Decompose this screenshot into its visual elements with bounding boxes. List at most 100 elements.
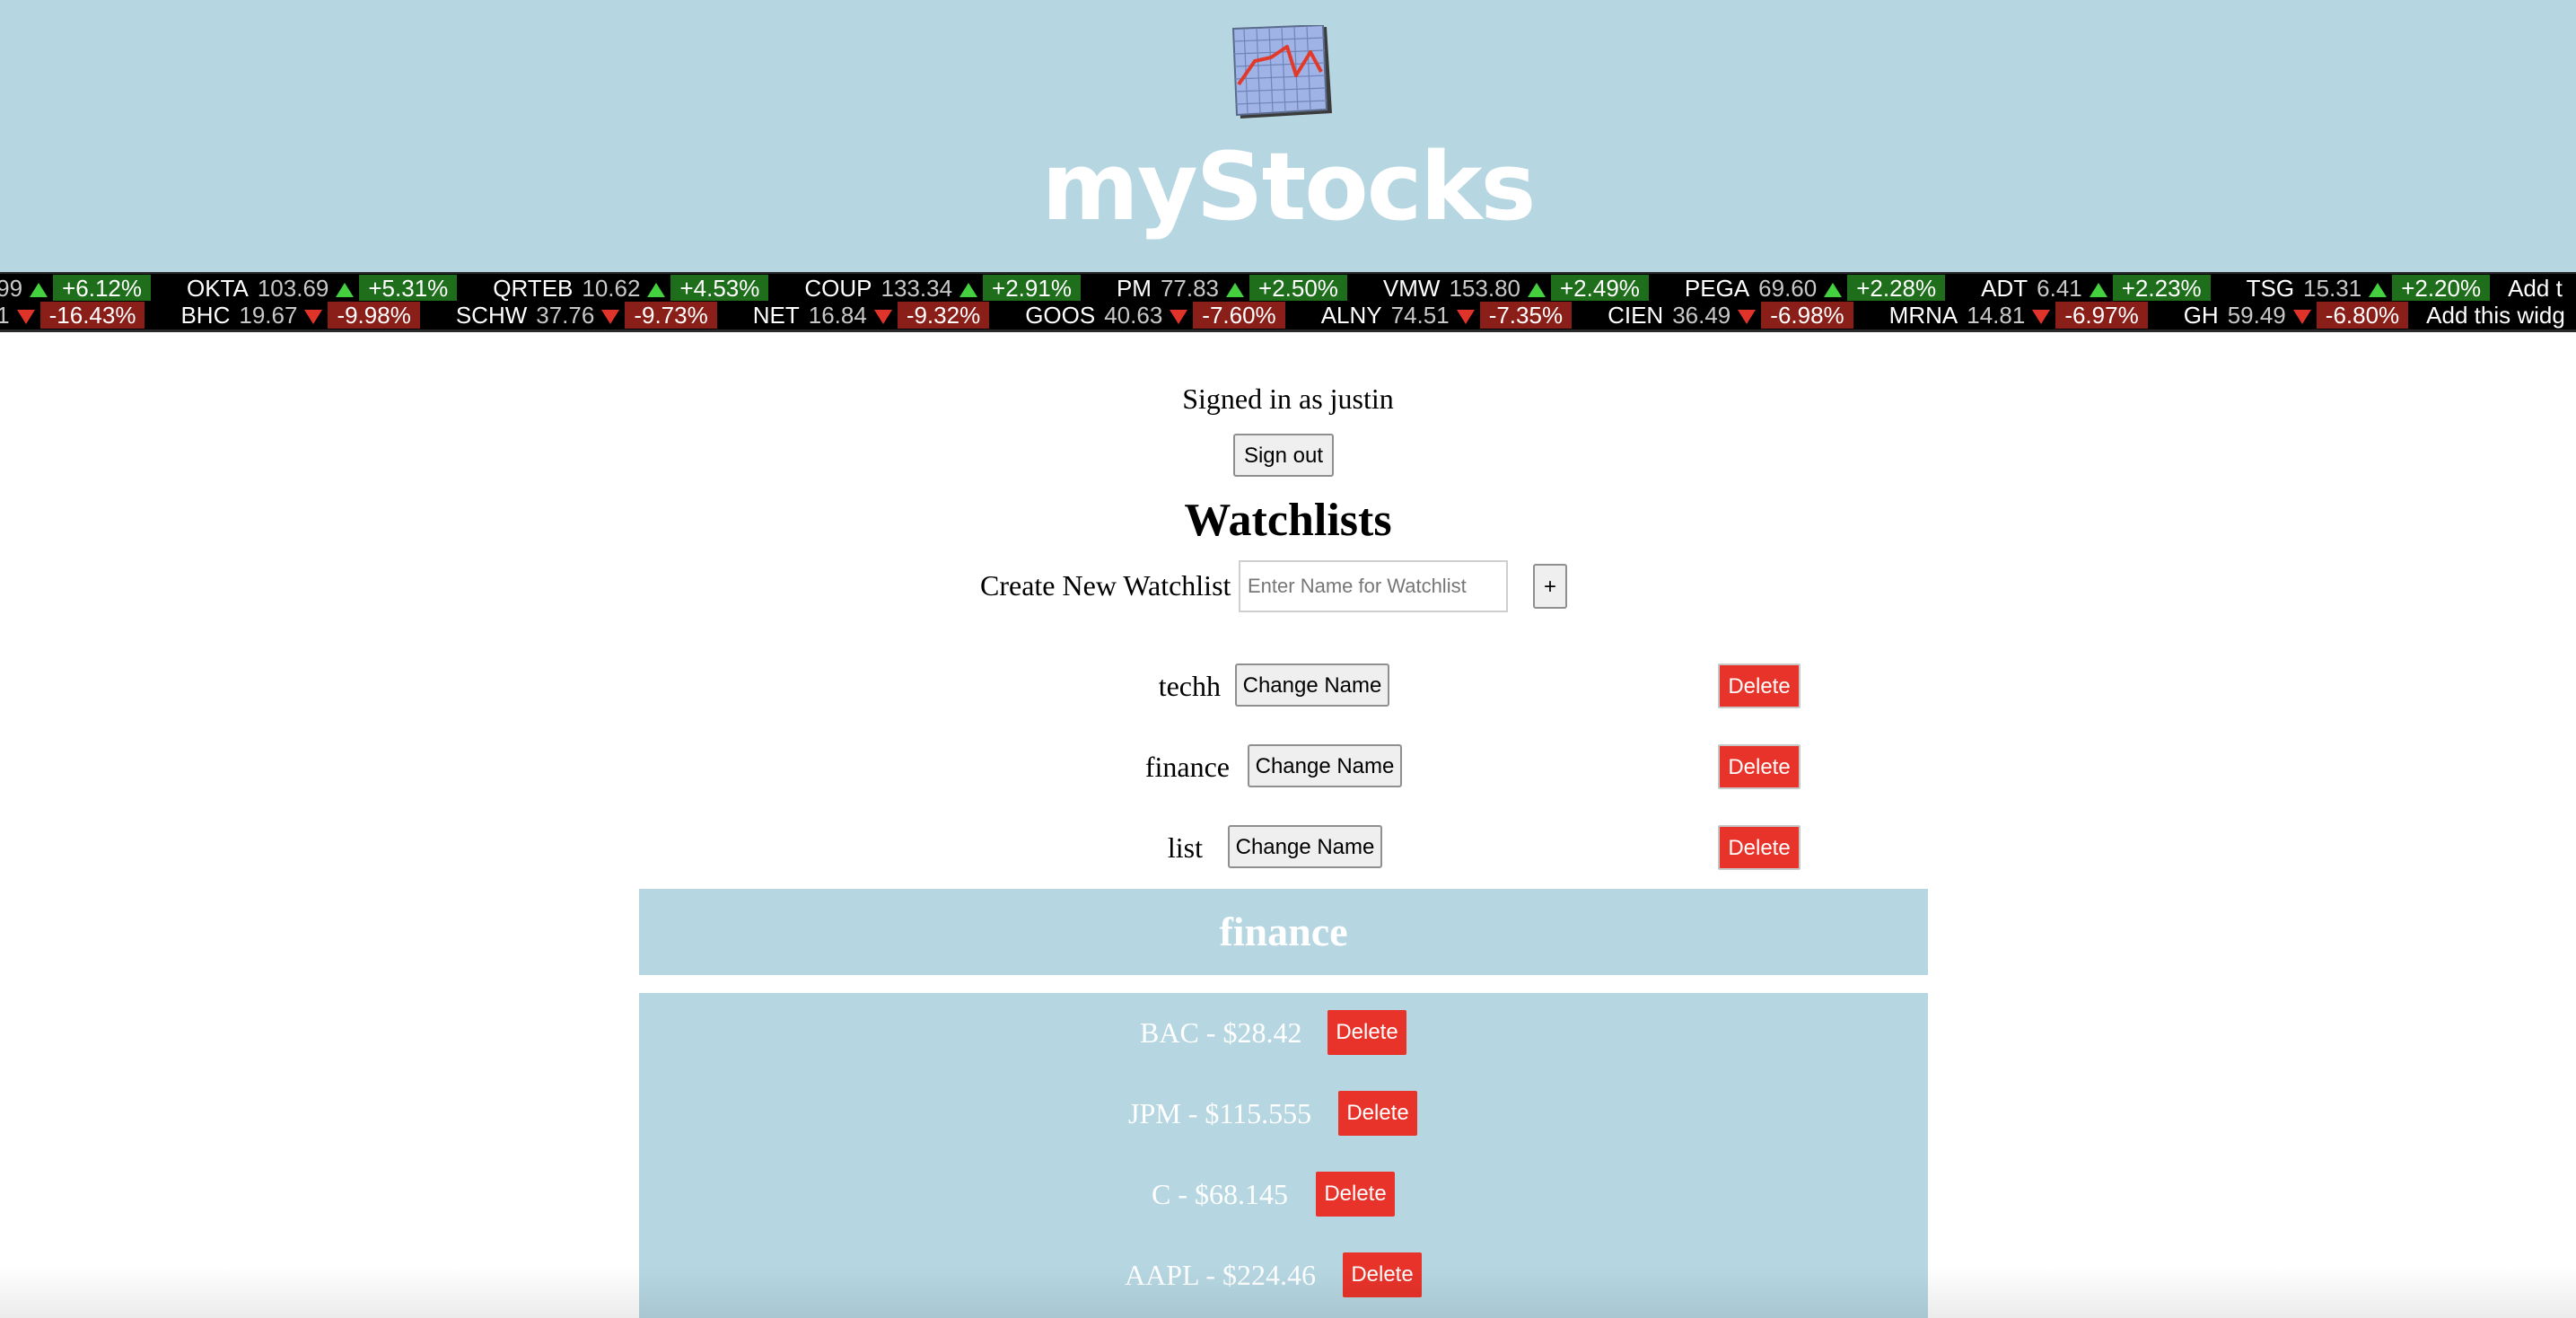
arrow-down-icon — [601, 310, 620, 325]
ticker-price: 37.76 — [536, 302, 595, 329]
change-name-button[interactable]: Change Name — [1248, 744, 1402, 787]
arrow-up-icon — [959, 283, 978, 298]
ticker-symbol: OKTA — [186, 275, 249, 302]
change-name-button[interactable]: Change Name — [1235, 663, 1389, 707]
selected-watchlist-title: finance — [639, 889, 1928, 975]
app-title: myStocks — [1041, 132, 1537, 242]
ticker-item[interactable]: BHC 19.67 -9.98% — [145, 301, 420, 330]
ticker-change: -9.32% — [897, 302, 990, 329]
ticker-promo-link[interactable]: Add this widg — [2426, 301, 2565, 330]
ticker-symbol: TSG — [2246, 275, 2295, 302]
ticker-price: 19.67 — [239, 302, 298, 329]
ticker-symbol: QRTEB — [493, 275, 574, 302]
ticker-item[interactable]: 6.51 -16.43% — [0, 301, 145, 330]
arrow-down-icon — [1170, 310, 1188, 325]
ticker-item[interactable]: PEGA 69.60 +2.28% — [1649, 274, 1946, 303]
ticker-symbol: COUP — [804, 275, 872, 302]
delete-watchlist-button[interactable]: Delete — [1718, 744, 1801, 789]
ticker-item[interactable]: VMW 153.80 +2.49% — [1347, 274, 1649, 303]
ticker-change: -9.73% — [625, 302, 717, 329]
ticker-item[interactable]: GOOS 40.63 -7.60% — [989, 301, 1285, 330]
ticker-symbol: SCHW — [455, 302, 528, 329]
arrow-down-icon — [1456, 310, 1475, 325]
ticker-symbol: NET — [752, 302, 800, 329]
ticker-price: 133.34 — [881, 275, 953, 302]
ticker-change: -6.80% — [2316, 302, 2409, 329]
delete-stock-button[interactable]: Delete — [1338, 1091, 1417, 1136]
ticker-item[interactable]: PM 77.83 +2.50% — [1081, 274, 1347, 303]
arrow-down-icon — [2292, 310, 2311, 325]
ticker-price: 69.60 — [1758, 275, 1818, 302]
stock-entry: BAC - $28.42 — [1140, 1016, 1302, 1049]
watchlist-name: list — [1167, 831, 1203, 864]
sign-out-button[interactable]: Sign out — [1233, 434, 1334, 477]
arrow-up-icon — [1528, 283, 1546, 298]
arrow-up-icon — [2369, 283, 2388, 298]
ticker-change: -6.98% — [1761, 302, 1853, 329]
ticker-item[interactable]: TSG 15.31 +2.20% — [2211, 274, 2491, 303]
ticker-change: +2.20% — [2392, 275, 2491, 302]
arrow-down-icon — [304, 310, 323, 325]
ticker-item[interactable]: MRNA 14.81 -6.97% — [1853, 301, 2148, 330]
ticker-price: 74.51 — [1390, 302, 1450, 329]
arrow-up-icon — [647, 283, 666, 298]
change-name-button[interactable]: Change Name — [1228, 825, 1382, 868]
add-watchlist-button[interactable]: + — [1533, 564, 1567, 609]
watchlist-name-input[interactable] — [1239, 560, 1508, 612]
stock-row: BAC - $28.42 Delete — [639, 1007, 1928, 1058]
stock-entry: C - $68.145 — [1152, 1178, 1288, 1210]
ticker-symbol: PM — [1116, 275, 1152, 302]
ticker-price: 59.49 — [2227, 302, 2286, 329]
ticker-item[interactable]: GH 59.49 -6.80% — [2148, 301, 2409, 330]
delete-stock-button[interactable]: Delete — [1327, 1010, 1406, 1055]
ticker-symbol: BHC — [180, 302, 231, 329]
ticker-item[interactable]: NET 16.84 -9.32% — [717, 301, 990, 330]
ticker-item[interactable]: ADT 6.41 +2.23% — [1945, 274, 2211, 303]
ticker-change: -6.97% — [2055, 302, 2148, 329]
watchlist-name: finance — [1144, 751, 1230, 783]
ticker-item[interactable]: SCHW 37.76 -9.73% — [420, 301, 717, 330]
ticker-change: -7.60% — [1193, 302, 1285, 329]
ticker-change: +2.49% — [1551, 275, 1649, 302]
header: myStocks — [0, 0, 2576, 273]
ticker-price: 6.51 — [0, 302, 10, 329]
ticker-price: 40.63 — [1104, 302, 1163, 329]
ticker-change: +4.53% — [670, 275, 769, 302]
delete-watchlist-button[interactable]: Delete — [1718, 663, 1801, 708]
ticker-symbol: GH — [2183, 302, 2219, 329]
stock-row: AAPL - $224.46 Delete — [639, 1250, 1928, 1300]
ticker-price: 36.49 — [1672, 302, 1731, 329]
ticker-item[interactable]: 65.99 +6.12% — [0, 274, 151, 303]
arrow-down-icon — [16, 310, 35, 325]
signed-in-text: Signed in as justin — [1182, 382, 1394, 415]
ticker-item[interactable]: QRTEB 10.62 +4.53% — [457, 274, 769, 303]
delete-stock-button[interactable]: Delete — [1316, 1172, 1395, 1217]
ticker-change: +5.31% — [359, 275, 458, 302]
arrow-down-icon — [2032, 310, 2051, 325]
ticker-gainers-track: 65.99 +6.12% OKTA 103.69 +5.31% QRTEB 10.62 +4.… — [0, 274, 2563, 303]
stock-entry: AAPL - $224.46 — [1125, 1259, 1317, 1291]
ticker-item[interactable]: OKTA 103.69 +5.31% — [151, 274, 458, 303]
ticker-change: -16.43% — [39, 302, 145, 329]
arrow-down-icon — [873, 310, 892, 325]
create-watchlist-label: Create New Watchlist — [980, 569, 1231, 602]
ticker-change: +6.12% — [53, 275, 151, 302]
ticker-change: +2.91% — [983, 275, 1081, 302]
watchlists-title: Watchlists — [1184, 495, 1392, 546]
ticker-item[interactable]: CIEN 36.49 -6.98% — [1572, 301, 1853, 330]
ticker-item[interactable]: ALNY 74.51 -7.35% — [1285, 301, 1573, 330]
ticker-symbol: ADT — [1981, 275, 2028, 302]
ticker-price: 16.84 — [808, 302, 867, 329]
arrow-up-icon — [2089, 283, 2107, 298]
delete-watchlist-button[interactable]: Delete — [1718, 825, 1801, 870]
delete-stock-button[interactable]: Delete — [1343, 1252, 1422, 1297]
ticker-symbol: CIEN — [1608, 302, 1664, 329]
arrow-up-icon — [336, 283, 355, 298]
ticker-promo-link[interactable]: Add t — [2508, 274, 2563, 303]
arrow-down-icon — [1738, 310, 1757, 325]
ticker-price: 153.80 — [1449, 275, 1520, 302]
ticker-change: +2.23% — [2112, 275, 2211, 302]
ticker-item[interactable]: COUP 133.34 +2.91% — [768, 274, 1081, 303]
stock-chart-icon — [1231, 25, 1332, 119]
ticker-symbol: MRNA — [1888, 302, 1958, 329]
